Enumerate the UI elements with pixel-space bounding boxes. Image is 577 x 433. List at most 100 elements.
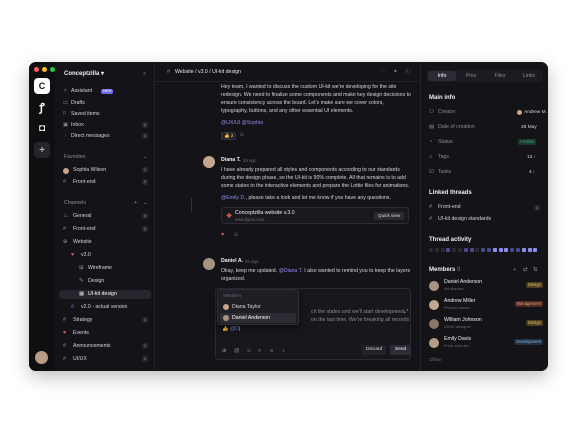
more-icon[interactable]: ⋯ <box>381 69 387 76</box>
avatar[interactable] <box>203 156 215 168</box>
mention[interactable]: @Emily D. <box>221 195 246 201</box>
user-avatar[interactable] <box>35 351 48 364</box>
workspace-s-icon[interactable]: ꝭ <box>34 99 50 115</box>
member-row[interactable]: William Johnson UX/UI designer Design <box>427 317 545 331</box>
channels-title[interactable]: Channels <box>64 200 86 207</box>
status-badge[interactable]: • Active <box>518 139 536 145</box>
workspace-name[interactable]: Conceptzilla ▾ <box>64 71 104 78</box>
role-tag: Design <box>525 282 543 288</box>
member-row[interactable]: Emily Davis Front-end dev Development <box>427 336 545 350</box>
close-dot[interactable] <box>34 67 39 72</box>
info-icon[interactable]: ⓘ <box>405 69 411 76</box>
workspace-c-icon[interactable]: C <box>34 78 50 94</box>
message-tags[interactable]: @UX/UI @Sophia <box>221 120 263 127</box>
tab-files[interactable]: Files <box>486 71 514 81</box>
tab-links[interactable]: Links <box>515 71 543 81</box>
mention-option[interactable]: Diana Taylor <box>220 302 296 312</box>
channel-events[interactable]: ♥ Events <box>59 329 151 338</box>
count-badge: 4 <box>142 122 148 128</box>
channel-frontend[interactable]: # Front-end 2 <box>59 225 151 234</box>
sidebar-item-drafts[interactable]: ▭ Drafts <box>59 99 151 108</box>
file-attachment[interactable]: ❖ Conceptzilla website v.3.0 www.figma.c… <box>221 207 409 224</box>
channel-wireframe[interactable]: ⊞ Wireframe <box>59 264 151 273</box>
sidebar-item-saved[interactable]: ⌑ Saved items <box>59 110 151 119</box>
tags-value[interactable]: 13 › <box>527 154 535 161</box>
mention-option-selected[interactable]: Daniel Anderson <box>220 313 296 323</box>
breadcrumb-item[interactable]: v3.0 <box>198 69 208 75</box>
message-time: 2h ago <box>245 259 259 264</box>
sidebar-item-assistant[interactable]: ✧ Assistant NEW <box>59 87 151 96</box>
breadcrumb: Website / v3.0 / UI-kit design <box>175 69 241 75</box>
tab-bar: Info Pins Files Links <box>427 70 543 82</box>
chevron-down-icon[interactable]: ⌄ <box>143 154 148 161</box>
channel-general[interactable]: ♨ General 4 <box>59 212 151 221</box>
workspace-o-icon[interactable]: ◘ <box>34 120 50 136</box>
add-reaction-icon[interactable]: ☺ <box>239 132 245 139</box>
message-author[interactable]: Diana T. <box>221 157 241 164</box>
channel-strategy[interactable]: # Strategy 1 <box>59 316 151 325</box>
send-button[interactable]: Send <box>390 345 412 355</box>
expand-icon[interactable]: ⤢ <box>404 309 408 316</box>
tag-icon: ⌂ <box>429 154 433 160</box>
favorites-title[interactable]: Favorites <box>64 154 85 161</box>
add-channel-icon[interactable]: + <box>134 200 137 207</box>
member-row[interactable]: Daniel Anderson Art director Design <box>427 279 545 293</box>
heart-icon: ♥ <box>71 252 75 258</box>
channel-website[interactable]: ⊕ Website <box>59 238 151 247</box>
channel-uiux[interactable]: # UI/UX 1 <box>59 355 151 364</box>
channel-announcements[interactable]: # Announcements 1 <box>59 342 151 351</box>
creator-value[interactable]: Andrew M. <box>524 109 547 116</box>
discard-button[interactable]: Discard <box>362 345 387 355</box>
quick-view-button[interactable]: Quick view <box>374 212 405 220</box>
user-icon: ⚇ <box>429 109 434 115</box>
mention[interactable]: @Diana T. <box>279 268 303 274</box>
mic-icon[interactable]: ♪ <box>282 348 285 355</box>
add-member-icon[interactable]: + <box>513 267 516 274</box>
activity-cell <box>446 248 451 252</box>
channel-ui-kit-design[interactable]: ▦ UI-kit design <box>59 290 151 299</box>
tab-info[interactable]: Info <box>428 71 456 81</box>
section-title: Main info <box>429 95 456 101</box>
message-icon: ◌ <box>63 133 67 139</box>
sort-icon[interactable]: ⇅ <box>533 267 538 274</box>
channel-v2[interactable]: # v2.0 - actual version <box>59 303 151 312</box>
tab-pins[interactable]: Pins <box>457 71 485 81</box>
linked-thread[interactable]: UI-kit design standards <box>438 216 491 223</box>
pin-icon[interactable]: ✦ <box>393 69 398 76</box>
tasks-icon: ☑ <box>429 169 434 175</box>
chevron-down-icon[interactable]: ⌄ <box>143 200 148 207</box>
sidebar-item-frontend-fav[interactable]: # Front-end 2 <box>59 178 151 187</box>
composer-input[interactable]: 👍 @D| <box>222 326 240 333</box>
sidebar-item-sophia[interactable]: Sophia Wilson 1 <box>59 166 151 175</box>
sidebar-item-inbox[interactable]: ▣ Inbox 4 <box>59 121 151 130</box>
reaction-chip[interactable]: 👍 2 <box>221 132 237 140</box>
member-row[interactable]: Andrew Miller Product owner Management <box>427 298 545 312</box>
channel-design[interactable]: ✎ Design <box>59 277 151 286</box>
format-icon[interactable]: ≡ <box>270 348 273 355</box>
emoji-icon[interactable]: ☺ <box>246 348 252 355</box>
swap-icon[interactable]: ⇄ <box>523 267 528 274</box>
search-icon[interactable]: ⌕ <box>143 71 146 78</box>
channel-v3[interactable]: ♥ v3.0 <box>59 251 151 260</box>
activity-cell <box>533 248 538 252</box>
attach-icon[interactable]: ⌕ <box>258 348 261 355</box>
heart-reaction-icon[interactable]: ♥ <box>221 232 224 239</box>
chat-panel: # Website / v3.0 / UI-kit design ⋯ ✦ ⓘ H… <box>155 62 419 371</box>
add-reaction-icon[interactable]: ☺ <box>233 232 239 239</box>
activity-cell <box>429 248 433 252</box>
sidebar-item-direct-messages[interactable]: ◌ Direct messages 1 <box>59 132 151 141</box>
mention-icon[interactable]: @ <box>234 348 240 355</box>
avatar[interactable] <box>203 258 215 270</box>
tasks-value[interactable]: 4 › <box>529 169 535 176</box>
linked-thread[interactable]: Front-end <box>438 204 461 211</box>
message-author[interactable]: Daniel A. <box>221 258 243 265</box>
minimize-dot[interactable] <box>42 67 47 72</box>
resize-handle[interactable] <box>191 198 192 212</box>
breadcrumb-item[interactable]: Website <box>175 69 194 75</box>
add-icon[interactable]: ⊕ <box>222 348 227 355</box>
breadcrumb-current[interactable]: UI-kit design <box>212 69 241 75</box>
section-title: Members 9 <box>429 267 461 273</box>
bookmark-icon: ⌑ <box>63 111 66 117</box>
add-workspace-icon[interactable]: + <box>34 142 50 158</box>
hash-icon: # <box>71 304 75 310</box>
